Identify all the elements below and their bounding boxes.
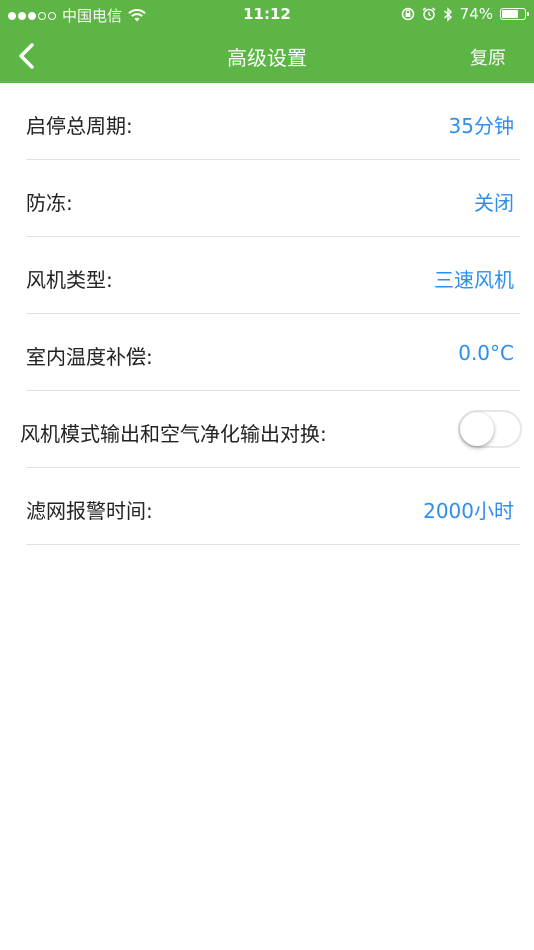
setting-value[interactable]: 2000小时 — [423, 495, 514, 524]
battery-icon — [500, 8, 529, 20]
setting-row-antifreeze[interactable]: 防冻: 关闭 — [26, 160, 520, 237]
header-bar: 中国电信 11:12 74% 高级设置 复原 — [0, 0, 534, 83]
status-bar: 中国电信 11:12 74% — [0, 0, 534, 28]
setting-label: 风机模式输出和空气净化输出对换: — [20, 422, 327, 446]
setting-label: 风机类型: — [26, 268, 113, 292]
navigation-bar: 高级设置 复原 — [0, 28, 534, 83]
back-button[interactable] — [10, 36, 50, 76]
chevron-left-icon — [19, 43, 34, 69]
setting-label: 室内温度补偿: — [26, 345, 153, 369]
setting-label: 防冻: — [26, 191, 73, 215]
battery-percent: 74% — [459, 5, 493, 23]
setting-label: 启停总周期: — [26, 114, 133, 138]
setting-value[interactable]: 关闭 — [474, 187, 514, 216]
status-right: 74% — [401, 5, 529, 23]
page-title: 高级设置 — [227, 46, 307, 70]
rotation-lock-icon — [401, 7, 414, 21]
setting-value[interactable]: 0.0°C — [458, 341, 514, 365]
reset-button[interactable]: 复原 — [470, 44, 506, 70]
output-swap-toggle[interactable] — [458, 410, 522, 448]
setting-value[interactable]: 三速风机 — [434, 264, 514, 293]
bluetooth-icon — [443, 6, 452, 22]
alarm-icon — [422, 7, 436, 21]
setting-row-filter-alarm[interactable]: 滤网报警时间: 2000小时 — [26, 468, 520, 545]
setting-value[interactable]: 35分钟 — [449, 110, 514, 139]
setting-label: 滤网报警时间: — [26, 499, 153, 523]
setting-row-cycle[interactable]: 启停总周期: 35分钟 — [26, 83, 520, 160]
settings-list: 启停总周期: 35分钟 防冻: 关闭 风机类型: 三速风机 室内温度补偿: 0.… — [0, 83, 534, 545]
setting-row-temp-compensation[interactable]: 室内温度补偿: 0.0°C — [26, 314, 520, 391]
toggle-knob — [460, 412, 494, 446]
battery-level — [502, 10, 519, 18]
setting-row-output-swap: 风机模式输出和空气净化输出对换: — [20, 391, 522, 468]
setting-row-fan-type[interactable]: 风机类型: 三速风机 — [26, 237, 520, 314]
